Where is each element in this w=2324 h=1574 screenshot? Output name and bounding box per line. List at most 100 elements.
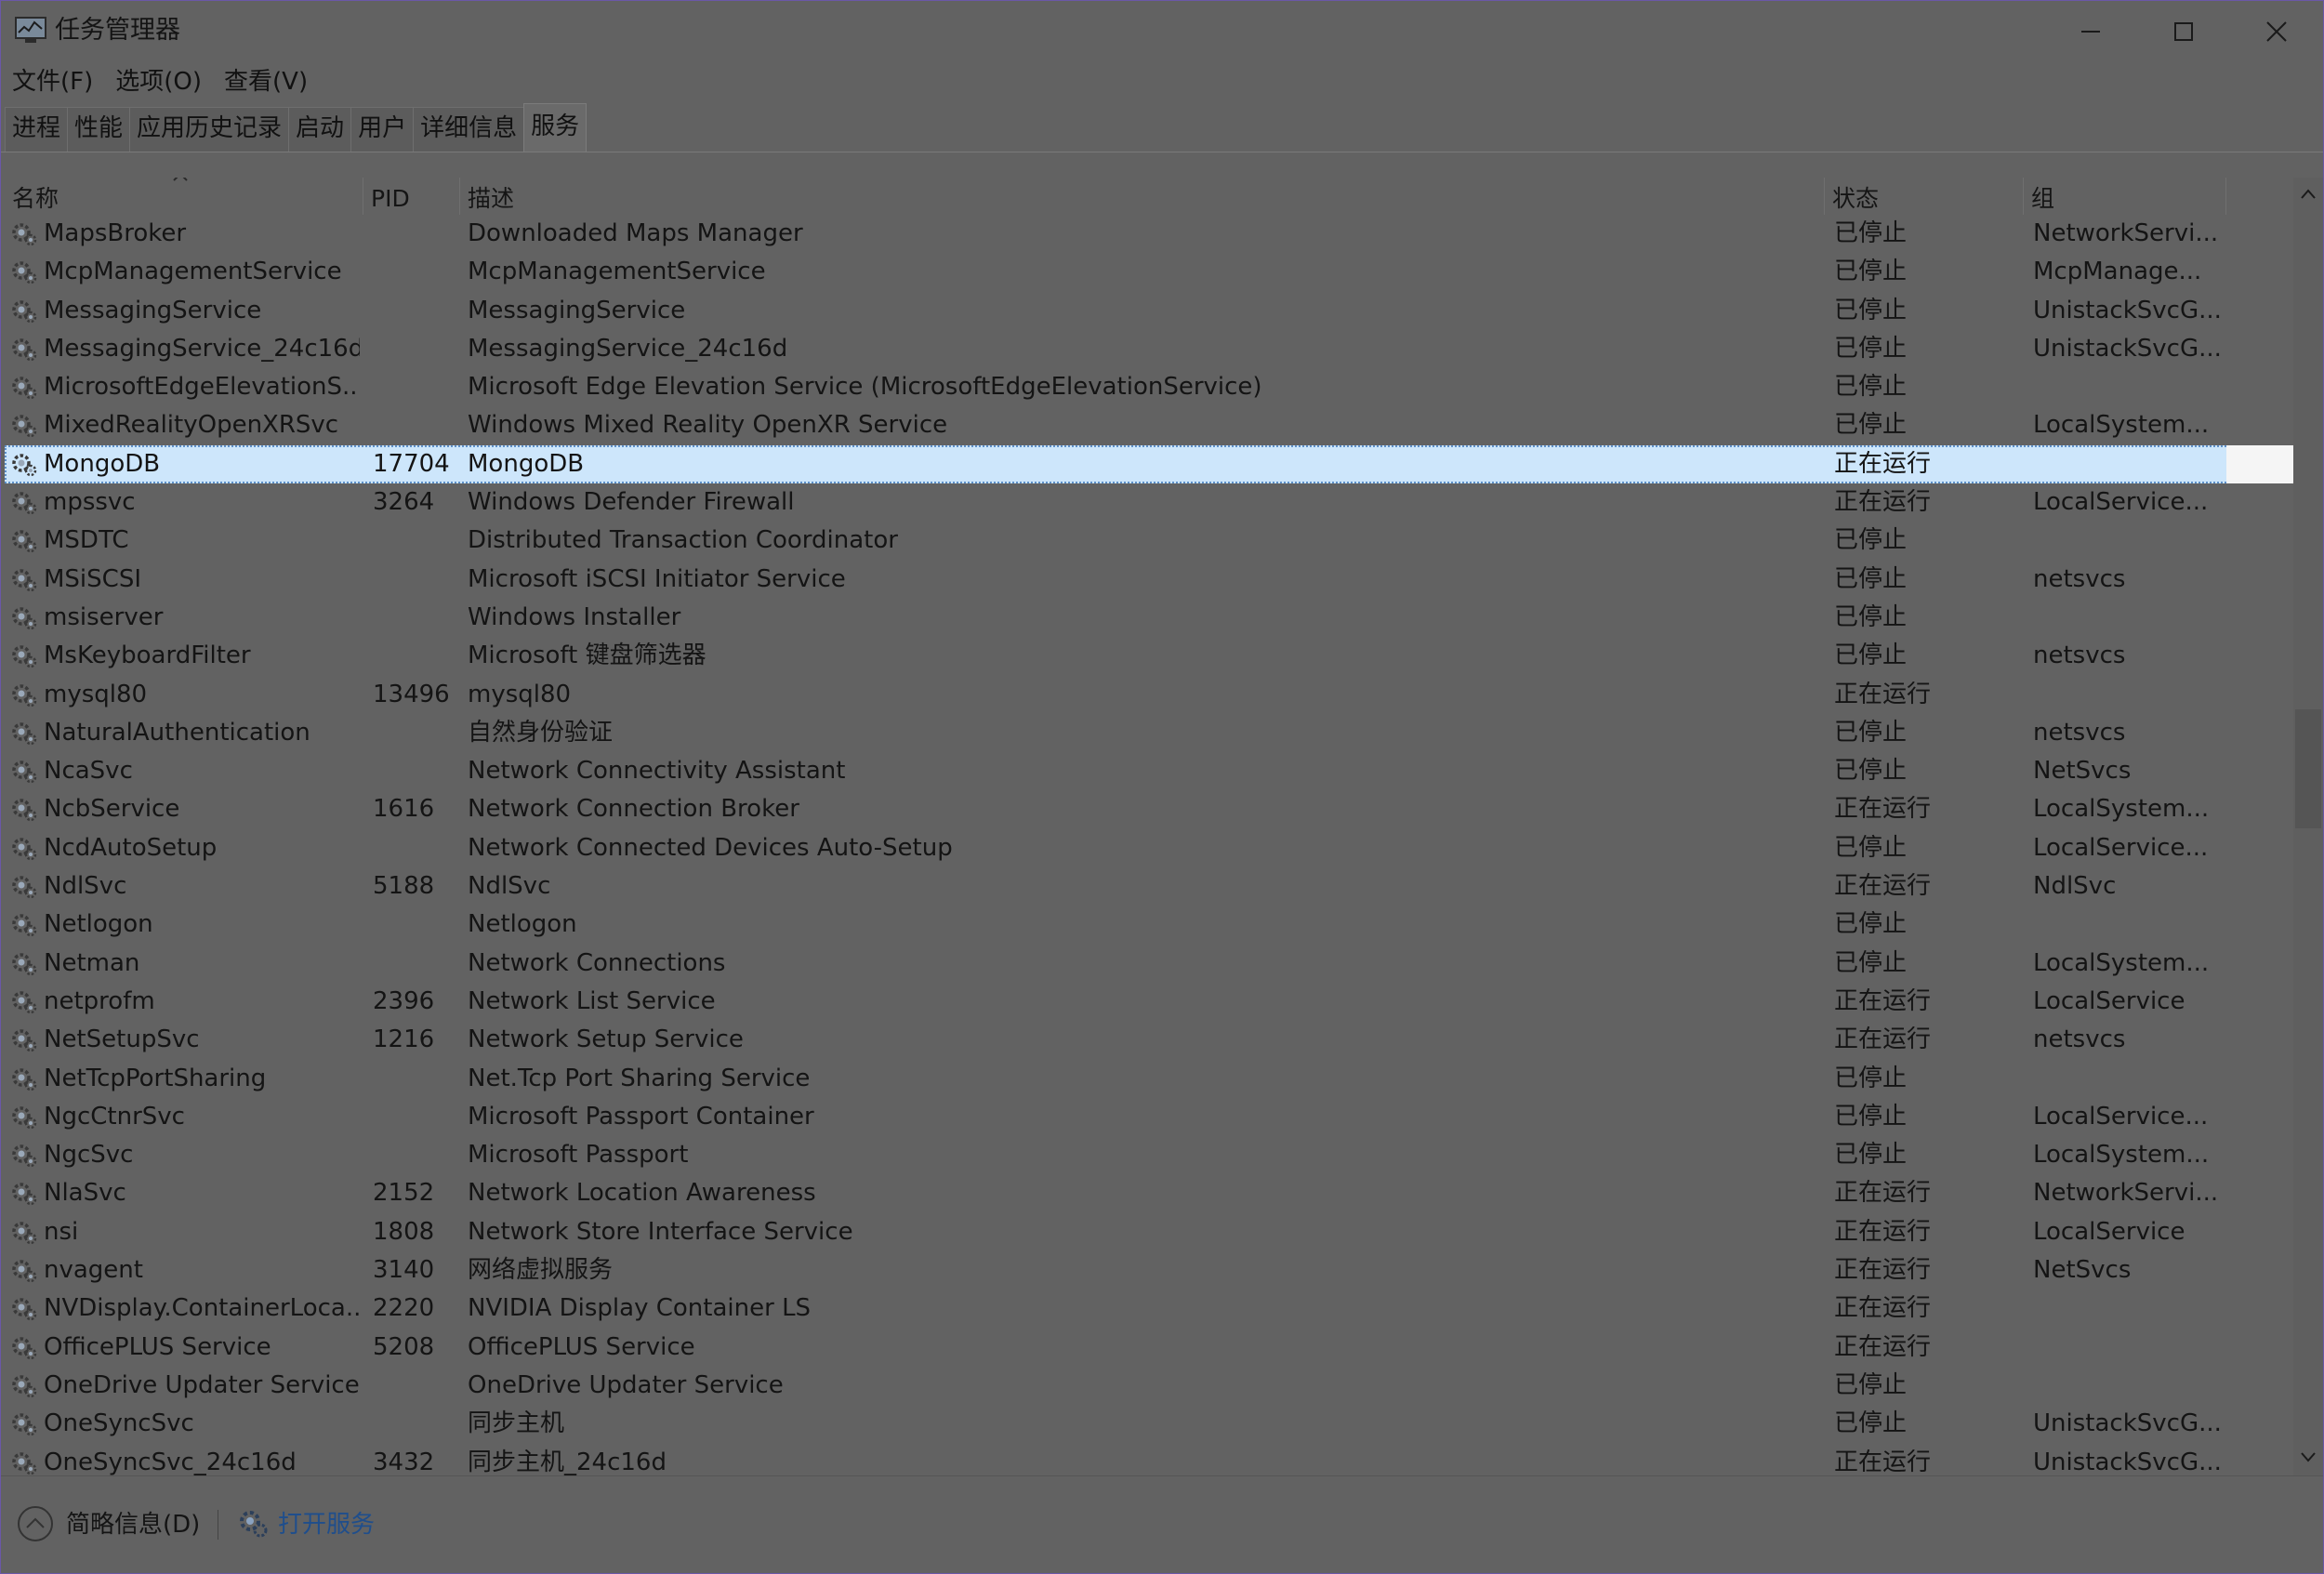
tab-app-history[interactable]: 应用历史记录 [129, 107, 290, 152]
table-row[interactable]: NgcCtnrSvc Microsoft Passport Container 已停… [5, 1098, 2293, 1136]
column-label-status: 状态 [1832, 185, 1880, 212]
tab-performance[interactable]: 性能 [67, 107, 131, 152]
table-row[interactable]: NcaSvc Network Connectivity Assistant 已停止 N… [5, 752, 2293, 790]
tab-processes[interactable]: 进程 [5, 107, 69, 152]
service-name: NcbService [44, 795, 180, 824]
column-header-description[interactable]: 描述 [460, 178, 1825, 215]
service-description: Windows Defender Firewall [468, 488, 795, 517]
service-status: 正在运行 [1834, 680, 1932, 708]
table-row[interactable]: NcdAutoSetup Network Connected Devices Au… [5, 829, 2293, 867]
table-row[interactable]: MongoDB 17704 MongoDB 正在运行 [5, 444, 2293, 484]
service-name: nsi [44, 1217, 79, 1246]
table-row[interactable]: mysql80 13496 mysql80 正在运行 [5, 676, 2293, 714]
table-row[interactable]: MSiSCSI Microsoft iSCSI Initiator Service… [5, 561, 2293, 599]
table-row[interactable]: msiserver Windows Installer 已停止 [5, 599, 2293, 637]
service-group [2033, 676, 2228, 714]
gear-service-icon [12, 223, 37, 246]
tab-services[interactable]: 服务 [523, 103, 588, 152]
table-row[interactable]: MessagingService_24c16d MessagingService_… [5, 330, 2293, 368]
table-row[interactable]: OfficePLUS Service 5208 OfficePLUS Service… [5, 1329, 2293, 1367]
table-row[interactable]: MsKeyboardFilter Microsoft 键盘筛选器 已停止 netsvc… [5, 637, 2293, 675]
table-row[interactable]: NetSetupSvc 1216 Network Setup Service 正在运行… [5, 1021, 2293, 1059]
column-label-description: 描述 [468, 185, 515, 212]
collapse-up-icon[interactable] [16, 1504, 55, 1543]
tab-startup[interactable]: 启动 [288, 107, 352, 152]
table-row[interactable]: MapsBroker Downloaded Maps Manager 已停止 Netw… [5, 215, 2293, 253]
service-pid: 3264 [373, 488, 435, 517]
open-services-link[interactable]: 打开服务 [278, 1508, 375, 1541]
scroll-down-icon[interactable] [2299, 1451, 2317, 1464]
tab-details[interactable]: 详细信息 [413, 107, 525, 152]
table-row[interactable]: NVDisplay.ContainerLoca... 2220 NVIDIA Dis… [5, 1290, 2293, 1328]
service-group: UnistackSvcG... [2033, 1409, 2222, 1438]
service-pid: 5208 [373, 1332, 435, 1361]
table-row[interactable]: MixedRealityOpenXRSvc Windows Mixed Reali… [5, 406, 2293, 444]
column-header-status[interactable]: 状态 [1825, 178, 2024, 215]
table-row[interactable]: NlaSvc 2152 Network Location Awareness 正在运行… [5, 1174, 2293, 1212]
column-header-name[interactable]: 名称 [5, 178, 363, 215]
table-row[interactable]: NcbService 1616 Network Connection Broker 正… [5, 790, 2293, 828]
table-row[interactable]: OneDrive Updater Service OneDrive Updater… [5, 1367, 2293, 1405]
table-row[interactable]: MessagingService MessagingService 已停止 Unist… [5, 292, 2293, 330]
table-row[interactable]: mpssvc 3264 Windows Defender Firewall 正在运行 L… [5, 483, 2293, 522]
menu-file[interactable]: 文件(F) [1, 62, 104, 101]
service-description: Network Setup Service [468, 1025, 744, 1054]
vertical-scrollbar[interactable] [2293, 178, 2323, 1475]
service-status: 正在运行 [1834, 1294, 1932, 1323]
service-name: MSDTC [44, 526, 129, 555]
tab-users[interactable]: 用户 [350, 107, 415, 152]
service-description: Netlogon [468, 910, 577, 939]
table-row[interactable]: NaturalAuthentication 自然身份验证 已停止 netsvcs [5, 714, 2293, 752]
gear-service-icon [12, 799, 37, 822]
service-name: NgcSvc [44, 1141, 134, 1170]
service-pid [373, 1367, 456, 1405]
fewer-details-button[interactable]: 简略信息(D) [66, 1508, 200, 1541]
table-row[interactable]: MicrosoftEdgeElevationS... Microsoft Edge… [5, 368, 2293, 406]
table-row[interactable]: NetTcpPortSharing Net.Tcp Port Sharing Se… [5, 1060, 2293, 1098]
table-row[interactable]: OneSyncSvc 同步主机 已停止 UnistackSvcG... [5, 1405, 2293, 1443]
menu-view[interactable]: 查看(V) [213, 62, 319, 101]
service-description: Network Connectivity Assistant [468, 757, 846, 786]
service-status: 已停止 [1834, 642, 1908, 670]
footer-bar: 简略信息(D) 打开服务 [1, 1476, 2323, 1573]
gear-service-icon [12, 377, 37, 400]
table-row[interactable]: nvagent 3140 网络虚拟服务 正在运行 NetSvcs [5, 1251, 2293, 1290]
task-manager-window: 任务管理器 文件(F) 选项(O) 查看(V) 进程 性能 应用历史记录 启动 … [0, 0, 2324, 1574]
service-pid [373, 599, 456, 637]
gear-service-icon [12, 338, 37, 362]
maximize-button[interactable] [2137, 1, 2230, 62]
column-header-pid[interactable]: PID [363, 178, 460, 215]
table-row[interactable]: OneSyncSvc_24c16d 3432 同步主机_24c16d 正在运行 Unis… [5, 1444, 2293, 1475]
table-row[interactable]: nsi 1808 Network Store Interface Service 正在… [5, 1213, 2293, 1251]
service-status: 已停止 [1834, 948, 1908, 977]
service-pid: 2220 [373, 1294, 435, 1323]
gear-service-icon [12, 1260, 37, 1283]
table-row[interactable]: MSDTC Distributed Transaction Coordinator… [5, 522, 2293, 560]
close-button[interactable] [2230, 1, 2323, 62]
gear-service-icon [12, 261, 37, 284]
column-header-group[interactable]: 组 [2024, 178, 2226, 215]
table-row[interactable]: Netman Network Connections 已停止 LocalSystem.… [5, 945, 2293, 983]
service-pid [373, 637, 456, 675]
scrollbar-thumb[interactable] [2295, 709, 2321, 828]
gear-service-icon [12, 722, 37, 746]
service-name: NVDisplay.ContainerLoca... [44, 1294, 360, 1323]
menu-options[interactable]: 选项(O) [104, 62, 213, 101]
table-row[interactable]: Netlogon Netlogon 已停止 [5, 906, 2293, 944]
service-pid [373, 406, 456, 444]
title-bar[interactable]: 任务管理器 [1, 1, 2323, 62]
service-name: MessagingService [44, 296, 262, 324]
scroll-up-icon[interactable] [2299, 187, 2317, 200]
table-row[interactable]: McpManagementService McpManagementService… [5, 253, 2293, 291]
table-row[interactable]: netprofm 2396 Network List Service 正在运行 Loca… [5, 983, 2293, 1021]
service-group [2033, 1060, 2228, 1098]
table-row[interactable]: NdlSvc 5188 NdlSvc 正在运行 NdlSvc [5, 867, 2293, 906]
service-description: Network Location Awareness [468, 1179, 816, 1208]
sort-ascending-icon [173, 178, 188, 181]
table-row[interactable]: NgcSvc Microsoft Passport 已停止 LocalSystem..… [5, 1136, 2293, 1174]
service-name: Netlogon [44, 910, 153, 939]
gear-service-icon [12, 761, 37, 784]
table-body: MapsBroker Downloaded Maps Manager 已停止 Netw… [5, 215, 2293, 1475]
gear-service-icon [12, 492, 37, 515]
minimize-button[interactable] [2044, 1, 2137, 62]
